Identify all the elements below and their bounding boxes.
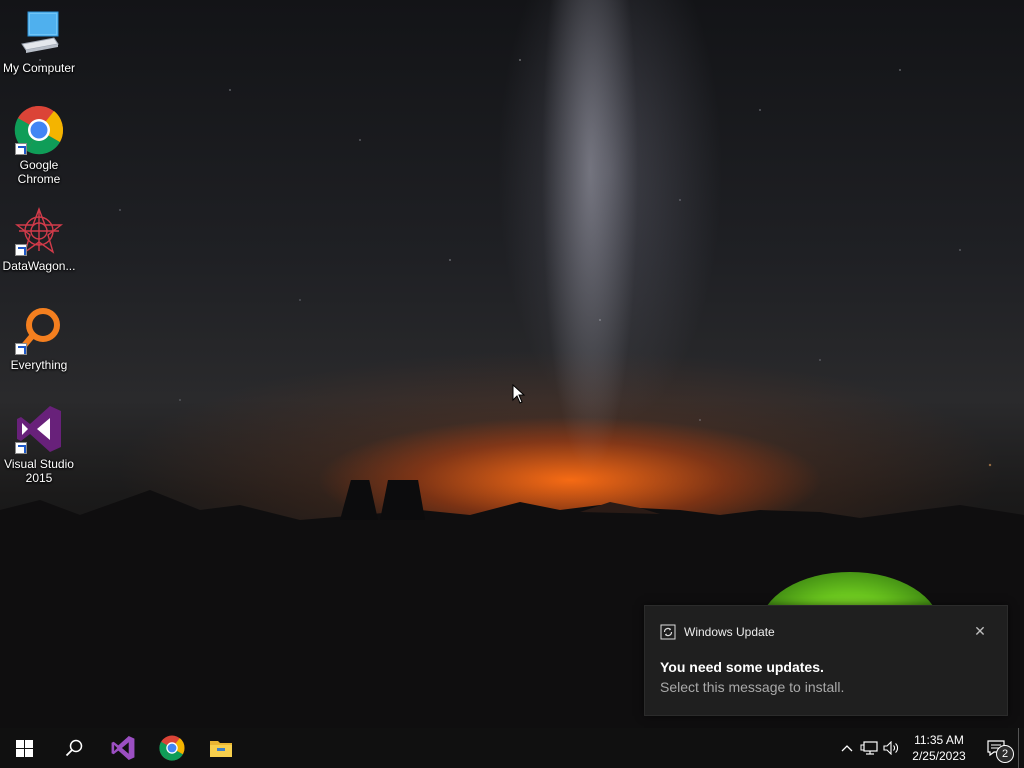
toast-title: You need some updates. <box>660 659 824 675</box>
clock-time: 11:35 AM <box>914 733 964 747</box>
shortcut-arrow-icon <box>15 244 27 256</box>
computer-icon <box>14 8 64 58</box>
shortcut-arrow-icon <box>15 143 27 155</box>
clock[interactable]: 11:35 AM 2/25/2023 <box>902 732 976 764</box>
desktop[interactable]: My Computer Google Chrome DataWagon... E… <box>0 0 1024 728</box>
show-desktop-button[interactable] <box>1018 728 1024 768</box>
start-button[interactable] <box>0 728 49 768</box>
desktop-icon-my-computer[interactable]: My Computer <box>0 8 78 75</box>
desktop-icon-label: Google Chrome <box>17 158 61 186</box>
everything-search-icon <box>14 305 64 355</box>
windows-update-icon <box>660 624 676 640</box>
clock-date: 2/25/2023 <box>912 749 966 763</box>
wallpaper-stars <box>0 0 1024 520</box>
search-icon <box>65 739 82 757</box>
shortcut-arrow-icon <box>15 442 27 454</box>
desktop-icon-datawagon[interactable]: DataWagon... <box>0 206 78 273</box>
chrome-icon <box>158 735 184 761</box>
visual-studio-icon <box>111 736 134 760</box>
chrome-icon <box>14 105 64 155</box>
desktop-icon-visual-studio[interactable]: Visual Studio 2015 <box>0 404 78 485</box>
datawagon-icon <box>14 206 64 256</box>
notification-count-badge: 2 <box>996 745 1014 763</box>
search-button[interactable] <box>49 728 98 768</box>
action-center-button[interactable]: 2 <box>976 728 1016 768</box>
toast-body: Select this message to install. <box>660 679 845 695</box>
visual-studio-icon <box>14 404 64 454</box>
system-tray: 11:35 AM 2/25/2023 2 <box>836 728 1024 768</box>
desktop-icon-label: Visual Studio 2015 <box>4 457 74 485</box>
desktop-icon-google-chrome[interactable]: Google Chrome <box>0 105 78 186</box>
taskbar: 11:35 AM 2/25/2023 2 <box>0 728 1024 768</box>
desktop-icon-label: My Computer <box>2 61 76 75</box>
file-explorer-icon <box>209 741 232 757</box>
taskbar-file-explorer[interactable] <box>196 728 245 768</box>
network-icon[interactable] <box>858 728 880 768</box>
taskbar-visual-studio[interactable] <box>98 728 147 768</box>
windows-start-icon <box>16 739 33 757</box>
toast-header: Windows Update <box>660 624 775 640</box>
close-icon[interactable]: ✕ <box>973 624 987 638</box>
windows-update-toast[interactable]: Windows Update ✕ You need some updates. … <box>644 605 1008 716</box>
chevron-up-icon[interactable] <box>836 728 858 768</box>
taskbar-chrome[interactable] <box>147 728 196 768</box>
mouse-cursor-icon <box>512 384 526 404</box>
desktop-icon-everything[interactable]: Everything <box>0 305 78 372</box>
shortcut-arrow-icon <box>15 343 27 355</box>
toast-app-name: Windows Update <box>684 625 775 639</box>
desktop-icon-label: DataWagon... <box>2 259 76 273</box>
volume-icon[interactable] <box>880 728 902 768</box>
desktop-icon-label: Everything <box>10 358 68 372</box>
